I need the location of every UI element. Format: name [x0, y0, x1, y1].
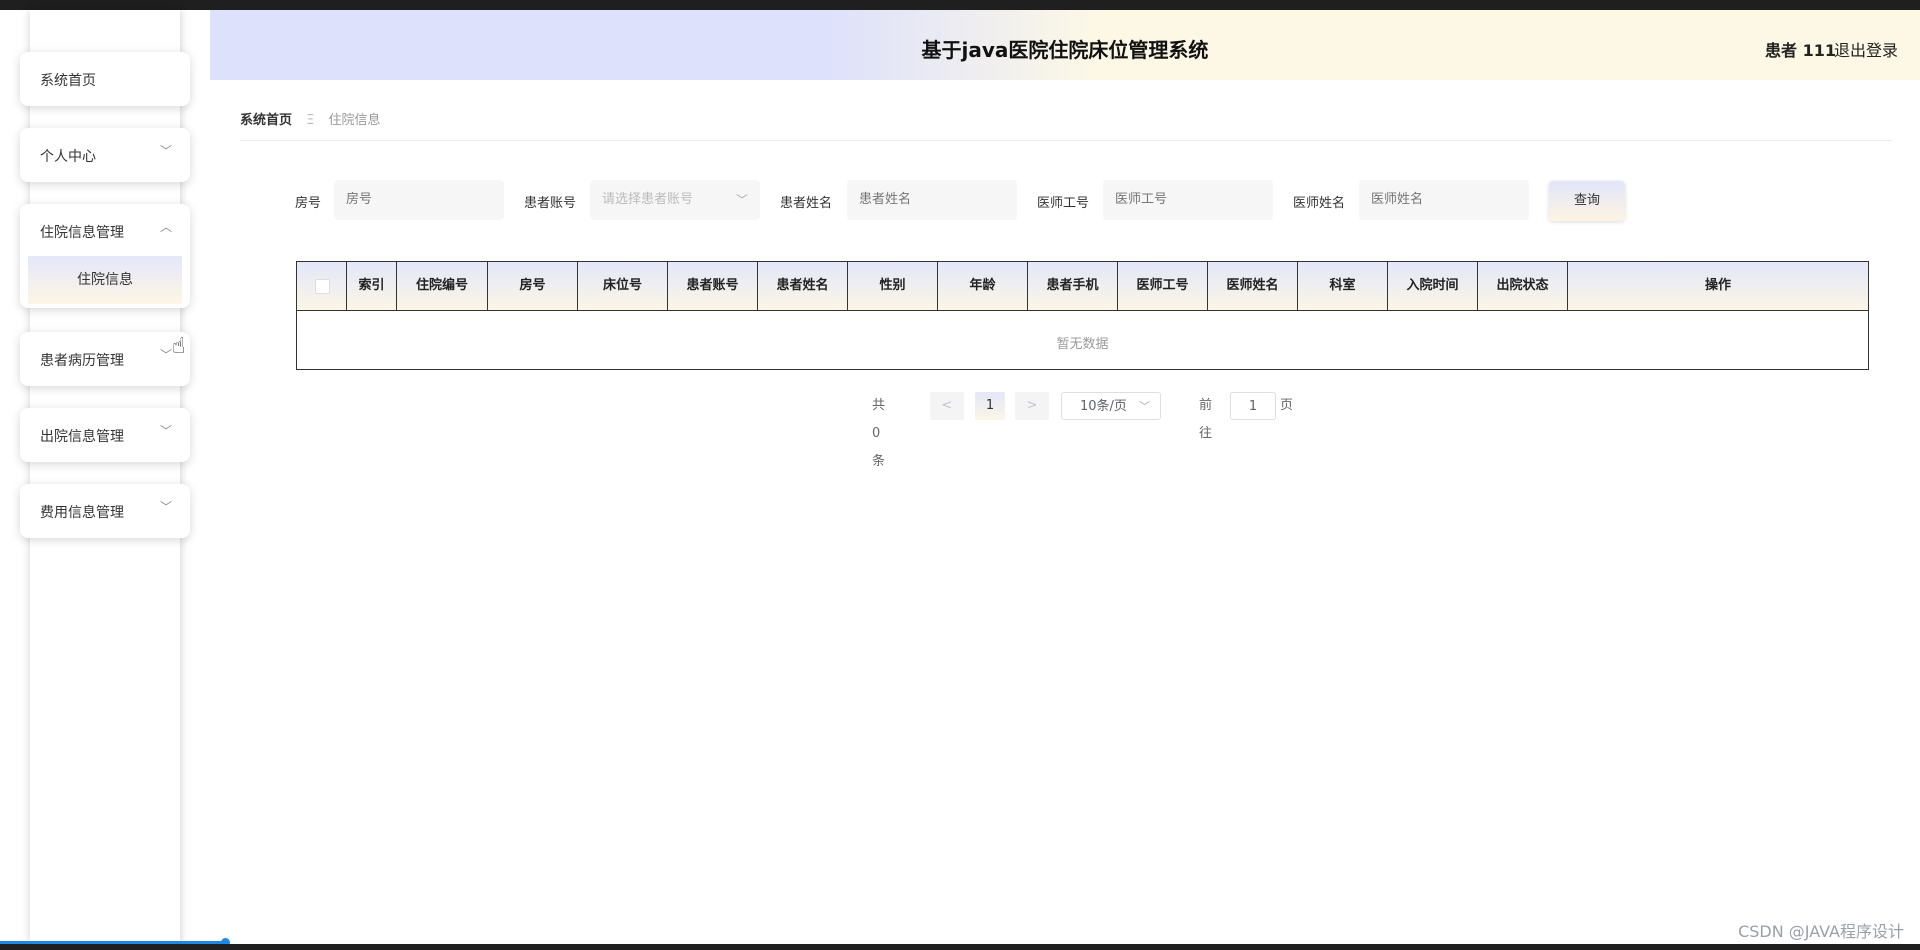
divider [240, 140, 1892, 141]
column-header: 房号 [488, 262, 578, 310]
query-button[interactable]: 查询 [1549, 181, 1625, 221]
empty-state: 暂无数据 [1056, 337, 1109, 352]
current-user: 患者 111 [1765, 41, 1836, 60]
goto-page-input[interactable]: 1 [1230, 392, 1276, 420]
column-header: 医师工号 [1118, 262, 1208, 310]
app-header: 基于java医院住院床位管理系统 患者 111 退出登录 [210, 10, 1920, 80]
breadcrumb: 系统首页 Ξ 住院信息 [240, 109, 381, 128]
total-count: 共 0 条 [872, 398, 886, 469]
logout-link[interactable]: 退出登录 [1834, 37, 1898, 61]
column-header: 床位号 [578, 262, 668, 310]
doctor-name-input[interactable] [1359, 180, 1529, 220]
room-label: 房号 [295, 196, 322, 211]
sidebar-item-label: 系统首页 [40, 73, 96, 89]
page-suffix: 页 [1280, 398, 1294, 413]
sidebar-item-discharge-management[interactable]: 出院信息管理 ﹀ [20, 408, 190, 462]
window-bottom-bar [0, 944, 1920, 950]
select-all-checkbox[interactable] [315, 279, 330, 294]
data-table: 索引 住院编号 房号 床位号 患者账号 患者姓名 性别 年龄 患者手机 医师工号… [296, 261, 1869, 370]
doctor-id-label: 医师工号 [1037, 196, 1090, 211]
column-header: 性别 [848, 262, 938, 310]
sidebar-item-label: 患者病历管理 [40, 353, 124, 369]
sidebar-item-label: 个人中心 [40, 149, 96, 165]
patient-name-input[interactable] [847, 180, 1017, 220]
column-header: 患者姓名 [758, 262, 848, 310]
column-header: 科室 [1298, 262, 1388, 310]
next-page-button[interactable]: > [1015, 392, 1049, 420]
column-header: 患者账号 [668, 262, 758, 310]
patient-account-select[interactable]: 请选择患者账号 ﹀ [590, 180, 760, 220]
app-title: 基于java医院住院床位管理系统 [921, 38, 1209, 62]
breadcrumb-current: 住院信息 [328, 113, 381, 128]
doctor-id-input[interactable] [1103, 180, 1273, 220]
chevron-down-icon: ﹀ [159, 348, 172, 362]
patient-name-label: 患者姓名 [780, 196, 833, 211]
column-header: 入院时间 [1388, 262, 1478, 310]
sidebar-item-label: 住院信息管理 [40, 225, 124, 241]
column-header: 患者手机 [1028, 262, 1118, 310]
column-header: 医师姓名 [1208, 262, 1298, 310]
sidebar-item-label: 出院信息管理 [40, 429, 124, 445]
column-header: 出院状态 [1478, 262, 1568, 310]
sidebar-item-fee-management[interactable]: 费用信息管理 ﹀ [20, 484, 190, 538]
hand-pointer-icon: ☝ [172, 334, 186, 359]
column-header: 操作 [1704, 278, 1731, 293]
watermark: CSDN @JAVA程序设计 [1738, 922, 1904, 941]
chevron-down-icon: ﹀ [159, 144, 172, 158]
sidebar-item-label: 费用信息管理 [40, 505, 124, 521]
sidebar-item-personal-center[interactable]: 个人中心 ﹀ [20, 128, 190, 182]
prev-page-button[interactable]: < [930, 392, 964, 420]
doctor-name-label: 医师姓名 [1293, 196, 1346, 211]
sidebar-item-home[interactable]: 系统首页 [20, 52, 190, 106]
page-size-select[interactable]: 10条/页 ﹀ [1061, 392, 1161, 420]
chevron-down-icon: ﹀ [159, 500, 172, 514]
column-header: 年龄 [938, 262, 1028, 310]
select-placeholder: 请选择患者账号 [602, 192, 694, 207]
chevron-down-icon: ﹀ [159, 424, 172, 438]
column-header: 住院编号 [397, 262, 488, 310]
room-input[interactable] [334, 180, 504, 220]
sidebar-item-medical-records[interactable]: 患者病历管理 ﹀ [20, 332, 190, 386]
page-number[interactable]: 1 [975, 392, 1005, 420]
patient-account-label: 患者账号 [524, 196, 577, 211]
chevron-down-icon: ﹀ [735, 193, 748, 207]
page-size-value: 10条/页 [1080, 399, 1127, 414]
goto-label: 前往 [1199, 398, 1213, 441]
chevron-down-icon: ﹀ [1139, 400, 1150, 413]
sidebar-item-hospitalization-management[interactable]: 住院信息管理 ︿ 住院信息 [20, 204, 190, 308]
column-header: 索引 [347, 262, 397, 310]
breadcrumb-separator-icon: Ξ [306, 113, 315, 128]
sidebar-subitem-hospitalization-info[interactable]: 住院信息 [28, 256, 182, 304]
select-all-cell [297, 262, 347, 310]
table-header: 索引 住院编号 房号 床位号 患者账号 患者姓名 性别 年龄 患者手机 医师工号… [297, 262, 1868, 311]
window-top-bar [0, 0, 1920, 10]
chevron-up-icon: ︿ [159, 220, 172, 234]
breadcrumb-home[interactable]: 系统首页 [240, 113, 292, 128]
